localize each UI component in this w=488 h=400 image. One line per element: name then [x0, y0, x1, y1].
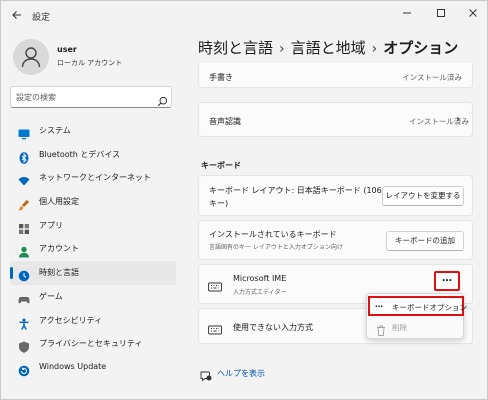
- sidebar-item-label: アプリ: [39, 220, 63, 230]
- sidebar-item-personalization[interactable]: 個人用設定: [10, 190, 176, 214]
- installed-keyboards-desc: 言語固有のキー レイアウトと入力オプション向け: [209, 244, 343, 251]
- page-title: オプション: [383, 39, 459, 57]
- more-options-button[interactable]: …: [434, 271, 460, 291]
- keyboard-layout-label: キーボード レイアウト: 日本語キーボード (106/109: [209, 186, 400, 195]
- accessibility-icon: [18, 315, 30, 330]
- sidebar-item-bluetooth[interactable]: Bluetooth とデバイス: [10, 143, 176, 167]
- unavailable-input-label: 使用できない入力方式: [233, 323, 313, 332]
- gamepad-icon: [18, 291, 30, 304]
- keyboard-section-title: キーボード: [201, 161, 241, 170]
- sidebar-item-label: ネットワークとインターネット: [39, 173, 151, 183]
- get-help-link[interactable]: ヘルプを表示: [217, 368, 265, 379]
- breadcrumb-separator: ›: [371, 41, 378, 57]
- ime-desc: 入力方式エディター: [233, 289, 287, 296]
- sidebar-item-windows-update[interactable]: Windows Update: [10, 356, 176, 380]
- keyboard-options-menu-item[interactable]: … キーボードオプション: [368, 296, 467, 316]
- handwriting-label: 手書き: [209, 73, 233, 82]
- sidebar-item-time-language[interactable]: 時刻と言語: [10, 261, 176, 285]
- sidebar-item-system[interactable]: システム: [10, 119, 176, 143]
- brush-icon: [18, 196, 30, 211]
- keyboard-layout-row: キーボード レイアウト: 日本語キーボード (106/109 キー) レイアウト…: [198, 175, 473, 216]
- user-profile[interactable]: user ローカル アカウント: [13, 39, 183, 75]
- user-account-type: ローカル アカウント: [57, 59, 123, 67]
- avatar: [13, 39, 49, 75]
- update-icon: [18, 362, 30, 377]
- keyboard-icon: [208, 278, 222, 297]
- ime-label: Microsoft IME: [233, 274, 287, 283]
- minimize-icon[interactable]: [393, 5, 421, 25]
- add-keyboard-button[interactable]: キーボードの追加: [386, 231, 464, 251]
- installed-keyboards-label: インストールされているキーボード: [209, 230, 337, 239]
- apps-icon: [18, 220, 30, 234]
- breadcrumb-separator: ›: [279, 41, 285, 57]
- sidebar-nav: システム Bluetooth とデバイス ネットワークとインターネット 個人用設…: [10, 119, 176, 380]
- search-icon[interactable]: [157, 92, 168, 111]
- handwriting-status: インストール済み: [402, 73, 462, 82]
- handwriting-row[interactable]: 手書き インストール済み: [198, 63, 473, 88]
- search-box[interactable]: [10, 86, 172, 108]
- speech-label: 音声認識: [209, 117, 241, 126]
- globe-clock-icon: [18, 267, 30, 282]
- sidebar-item-accessibility[interactable]: アクセシビリティ: [10, 309, 176, 333]
- chevron-right-icon: ›: [456, 114, 460, 125]
- breadcrumb: 時刻と言語 › 言語と地域 › オプション: [198, 37, 458, 61]
- sidebar-item-network[interactable]: ネットワークとインターネット: [10, 166, 176, 190]
- close-icon[interactable]: [459, 5, 487, 25]
- sidebar-item-label: アカウント: [39, 244, 79, 254]
- installed-keyboards-row: インストールされているキーボード 言語固有のキー レイアウトと入力オプション向け…: [198, 220, 473, 260]
- sidebar-item-accounts[interactable]: アカウント: [10, 237, 176, 261]
- keyboard-layout-label-cont: キー): [209, 199, 229, 208]
- display-icon: [18, 125, 30, 140]
- person-silhouette-icon: [21, 47, 41, 68]
- main-content: 手書き インストール済み 音声認識 インストール済み › キーボード キーボード…: [198, 63, 473, 400]
- settings-window: 設定 user ローカル アカウント 設定の検索 システム Bluetooth …: [0, 0, 488, 400]
- search-input[interactable]: [16, 91, 146, 104]
- sidebar-item-privacy[interactable]: プライバシーとセキュリティ: [10, 332, 176, 356]
- sidebar-item-label: システム: [39, 126, 71, 135]
- app-title: 設定: [32, 13, 51, 23]
- breadcrumb-item-language-region[interactable]: 言語と地域: [291, 39, 366, 57]
- sidebar-item-apps[interactable]: アプリ: [10, 214, 176, 238]
- breadcrumb-item-time-language[interactable]: 時刻と言語: [198, 39, 273, 57]
- sidebar-item-label: 個人用設定: [39, 197, 79, 207]
- wifi-icon: [18, 172, 30, 186]
- maximize-icon[interactable]: [427, 5, 455, 25]
- sidebar-item-label: Windows Update: [39, 361, 107, 371]
- context-menu: … キーボードオプション 削除: [366, 293, 467, 339]
- sidebar-item-label: ゲーム: [39, 291, 63, 301]
- title-bar: 設定: [1, 1, 487, 31]
- user-name: user: [57, 45, 77, 54]
- change-layout-button[interactable]: レイアウトを変更する: [382, 186, 464, 206]
- person-icon: [18, 243, 30, 258]
- delete-menu-item[interactable]: 削除: [368, 318, 464, 336]
- help-icon: [200, 367, 212, 386]
- sidebar-item-gaming[interactable]: ゲーム: [10, 285, 176, 309]
- speech-row[interactable]: 音声認識 インストール済み ›: [198, 102, 473, 137]
- delete-label: 削除: [392, 323, 407, 332]
- trash-icon: [376, 321, 386, 340]
- keyboard-options-label: キーボードオプション: [392, 303, 467, 312]
- back-arrow-icon[interactable]: [11, 9, 27, 23]
- shield-icon: [18, 338, 30, 353]
- keyboard-icon: [208, 321, 222, 340]
- sidebar-item-label: プライバシーとセキュリティ: [39, 339, 143, 349]
- bluetooth-icon: [18, 149, 30, 164]
- sidebar-item-label: 時刻と言語: [39, 268, 79, 278]
- more-icon: …: [375, 300, 383, 309]
- sidebar-item-label: アクセシビリティ: [39, 315, 103, 325]
- sidebar-item-label: Bluetooth とデバイス: [39, 149, 121, 159]
